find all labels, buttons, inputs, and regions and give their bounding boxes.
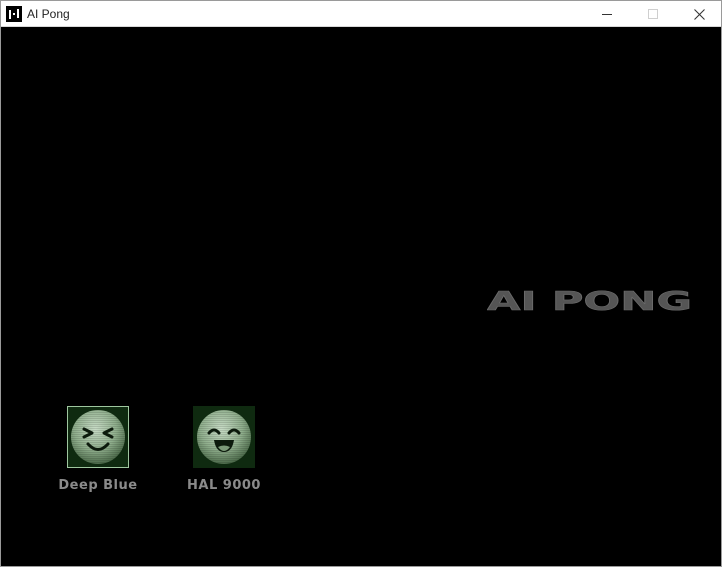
app-window: AI Pong AI PONG Deep Blue HAL 9000 [0,0,722,567]
player-name: HAL 9000 [187,478,261,493]
smiling-face-icon [197,410,251,464]
player-option-hal-9000[interactable]: HAL 9000 [174,406,274,493]
game-title: AI PONG [487,289,692,313]
squinting-face-icon [71,410,125,464]
game-canvas[interactable]: AI PONG Deep Blue HAL 9000 [1,27,721,566]
avatar-frame[interactable] [67,406,129,468]
close-icon [693,8,705,20]
minimize-icon [602,14,612,15]
player-name: Deep Blue [58,478,138,493]
close-button[interactable] [676,1,722,27]
avatar-frame[interactable] [193,406,255,468]
maximize-icon [648,9,658,19]
player-option-deep-blue[interactable]: Deep Blue [48,406,148,493]
app-icon [6,6,22,22]
minimize-button[interactable] [584,1,630,27]
window-title: AI Pong [27,7,70,21]
title-bar[interactable]: AI Pong [1,1,721,27]
game-title-text: AI PONG [487,289,692,313]
maximize-button[interactable] [630,1,676,27]
